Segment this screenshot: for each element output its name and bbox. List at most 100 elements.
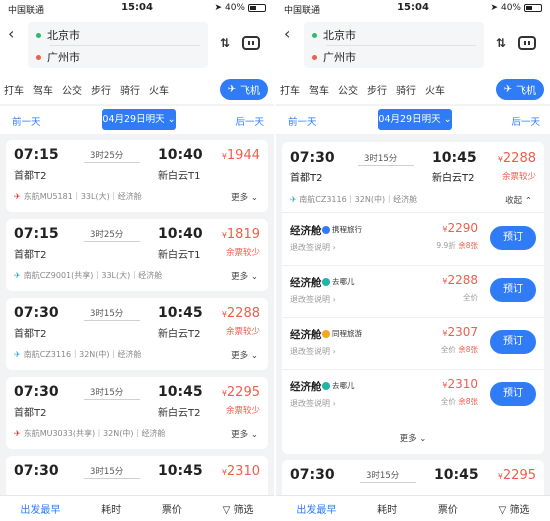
flight-card[interactable]: 07:30 3时15分 10:45 首都T2 新白云T2 ¥2295 余票较少 … <box>6 377 268 449</box>
duration: 3时15分 <box>90 467 124 477</box>
date-label: 04月29日明天 <box>102 114 165 125</box>
agent-label: 去哪儿 <box>322 276 355 287</box>
assistant-icon[interactable] <box>242 36 260 50</box>
from-row[interactable]: 北京市 <box>312 27 356 43</box>
filter-button[interactable]: ▽ 筛选 <box>223 501 254 516</box>
route-box[interactable]: 北京市 广州市 <box>28 22 208 68</box>
dep-time: 07:30 <box>290 467 335 483</box>
tab-taxi[interactable]: 打车 <box>4 82 24 97</box>
more-button[interactable]: 更多 ⌄ <box>231 191 258 203</box>
tab-flight[interactable]: ✈ 飞机 <box>495 78 544 100</box>
china-eastern-icon: ✈ <box>14 192 21 201</box>
flight-card[interactable]: 07:30 3时15分 10:45 首都T2 新白云T2 ¥2288 余票较少 … <box>6 298 268 370</box>
tab-bike[interactable]: 骑行 <box>396 82 416 97</box>
origin-dot-icon <box>36 32 41 38</box>
tab-bike[interactable]: 骑行 <box>120 82 140 97</box>
book-button[interactable]: 预订 <box>490 278 536 302</box>
china-southern-icon: ✈ <box>14 271 21 280</box>
refund-rule-link[interactable]: 退改签说明 › <box>290 346 336 357</box>
offer-price: ¥2290 <box>442 221 478 235</box>
airline-info: ✈ 东航MU3033(共享)｜32N(中)｜经济舱 <box>14 429 166 438</box>
china-southern-icon: ✈ <box>290 195 297 204</box>
collapse-button[interactable]: 收起 ⌃ <box>505 194 532 206</box>
back-icon[interactable]: ‹ <box>8 24 14 43</box>
flight-card[interactable]: 07:15 3时25分 10:40 首都T2 新白云T1 ¥1944 ✈ 东航MU… <box>6 140 268 212</box>
refund-rule-link[interactable]: 退改签说明 › <box>290 294 336 305</box>
duration: 3时15分 <box>90 388 124 398</box>
status-right: ➤ 40% <box>490 3 542 13</box>
battery-percent: 40% <box>224 3 245 13</box>
dep-time: 07:30 <box>14 384 59 400</box>
tab-bus[interactable]: 公交 <box>338 82 358 97</box>
next-day-link[interactable]: 后一天 <box>235 114 264 128</box>
prev-day-link[interactable]: 前一天 <box>12 114 41 128</box>
route-box[interactable]: 北京市 广州市 <box>304 22 484 68</box>
prev-day-link[interactable]: 前一天 <box>288 114 317 128</box>
price: ¥2288 <box>497 151 536 166</box>
sort-duration[interactable]: 耗时 <box>377 501 397 516</box>
tab-drive[interactable]: 驾车 <box>33 82 53 97</box>
sort-duration[interactable]: 耗时 <box>101 501 121 516</box>
to-row[interactable]: 广州市 <box>312 49 356 65</box>
price: ¥2310 <box>221 464 260 479</box>
status-bar: 中国联通 15:04 ➤ 40% <box>276 0 550 16</box>
date-bar: 前一天 04月29日明天 ⌄ 后一天 <box>276 106 550 134</box>
next-day-link[interactable]: 后一天 <box>511 114 540 128</box>
tab-train[interactable]: 火车 <box>149 82 169 97</box>
book-button[interactable]: 预订 <box>490 226 536 250</box>
cabin-name: 经济舱 <box>290 329 322 341</box>
sort-price[interactable]: 票价 <box>438 501 458 516</box>
more-button[interactable]: 更多 ⌄ <box>231 349 258 361</box>
qunar-icon <box>322 277 330 286</box>
flight-card[interactable]: 07:15 3时25分 10:40 首都T2 新白云T1 ¥1819 余票较少 … <box>6 219 268 291</box>
date-selector[interactable]: 04月29日明天 ⌄ <box>378 109 452 130</box>
arr-terminal: 新白云T2 <box>158 408 201 419</box>
tab-flight[interactable]: ✈ 飞机 <box>219 78 268 100</box>
filter-button[interactable]: ▽ 筛选 <box>499 501 530 516</box>
status-right: ➤ 40% <box>214 3 266 13</box>
ctrip-icon <box>322 225 330 234</box>
tab-walk[interactable]: 步行 <box>367 82 387 97</box>
airline-info: ✈ 东航MU5181｜33L(大)｜经济舱 <box>14 192 142 201</box>
assistant-icon[interactable] <box>518 36 536 50</box>
battery-percent: 40% <box>500 3 521 13</box>
plane-icon: ✈ <box>503 83 512 95</box>
page: 中国联通 15:04 ➤ 40% ‹ 北京市 广州市 ⇅ 打车 驾车 公交 步行… <box>0 0 550 521</box>
sort-bar: 出发最早 耗时 票价 ▽ 筛选 <box>276 495 550 521</box>
sort-earliest[interactable]: 出发最早 <box>296 501 336 516</box>
swap-icon[interactable]: ⇅ <box>496 36 506 50</box>
from-row[interactable]: 北京市 <box>36 27 80 43</box>
destination-dot-icon <box>312 54 317 60</box>
arr-time: 10:45 <box>158 384 203 400</box>
route-header: ‹ 北京市 广州市 ⇅ <box>0 16 274 74</box>
tab-walk[interactable]: 步行 <box>91 82 111 97</box>
dep-terminal: 首都T2 <box>14 329 47 340</box>
dep-time: 07:30 <box>14 463 59 479</box>
more-button[interactable]: 更多 ⌄ <box>231 428 258 440</box>
more-button[interactable]: 更多 ⌄ <box>231 270 258 282</box>
book-button[interactable]: 预订 <box>490 330 536 354</box>
tongcheng-icon <box>322 329 330 338</box>
to-row[interactable]: 广州市 <box>36 49 80 65</box>
sort-earliest[interactable]: 出发最早 <box>20 501 60 516</box>
agent-label: 携程旅行 <box>322 224 362 235</box>
tab-taxi[interactable]: 打车 <box>280 82 300 97</box>
book-button[interactable]: 预订 <box>490 382 536 406</box>
arr-time: 10:45 <box>158 305 203 321</box>
sort-price[interactable]: 票价 <box>162 501 182 516</box>
tab-bus[interactable]: 公交 <box>62 82 82 97</box>
date-selector[interactable]: 04月29日明天 ⌄ <box>102 109 176 130</box>
refund-rule-link[interactable]: 退改签说明 › <box>290 242 336 253</box>
more-offers-button[interactable]: 更多 ⌄ <box>282 432 544 444</box>
refund-rule-link[interactable]: 退改签说明 › <box>290 398 336 409</box>
mode-tabs: 打车 驾车 公交 步行 骑行 火车 ✈ 飞机 <box>0 74 274 104</box>
tab-drive[interactable]: 驾车 <box>309 82 329 97</box>
low-stock-tag: 余票较少 <box>501 172 536 182</box>
price: ¥1819 <box>221 227 260 242</box>
airline-info: ✈ 南航CZ3116｜32N(中)｜经济舱 <box>290 195 418 204</box>
swap-icon[interactable]: ⇅ <box>220 36 230 50</box>
back-icon[interactable]: ‹ <box>284 24 290 43</box>
location-icon: ➤ <box>490 3 498 13</box>
tab-train[interactable]: 火车 <box>425 82 445 97</box>
duration: 3时15分 <box>366 471 400 481</box>
